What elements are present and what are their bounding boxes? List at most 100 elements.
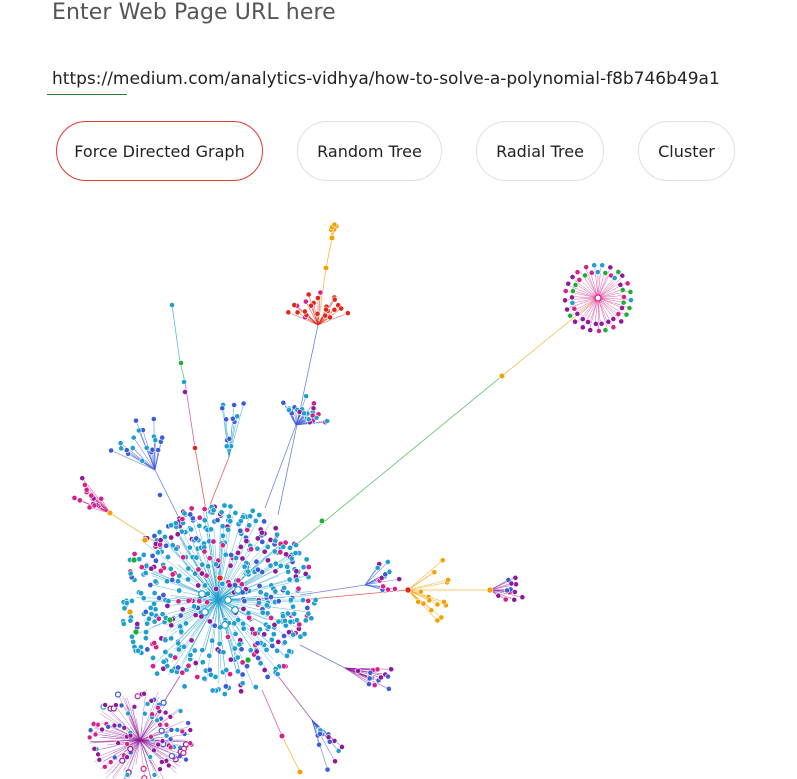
graph-node[interactable] <box>512 574 519 581</box>
graph-node[interactable] <box>498 372 506 380</box>
graph-node[interactable] <box>201 608 209 616</box>
graph-node[interactable] <box>187 511 194 518</box>
graph-node[interactable] <box>428 607 435 614</box>
graph-node[interactable] <box>238 688 245 695</box>
graph-node[interactable] <box>617 281 624 288</box>
graph-node[interactable] <box>151 747 157 754</box>
graph-node[interactable] <box>168 752 175 760</box>
graph-node[interactable] <box>486 586 494 594</box>
graph-node[interactable] <box>160 699 167 706</box>
graph-node[interactable] <box>277 562 284 569</box>
graph-node[interactable] <box>366 675 373 682</box>
graph-node[interactable] <box>244 656 252 664</box>
graph-node[interactable] <box>374 564 381 571</box>
graph-node[interactable] <box>163 732 170 739</box>
graph-node[interactable] <box>124 754 130 760</box>
graph-node[interactable] <box>385 685 392 692</box>
graph-node[interactable] <box>236 641 243 648</box>
graph-node[interactable] <box>338 305 345 312</box>
graph-node[interactable] <box>96 756 103 763</box>
graph-node[interactable] <box>195 582 202 589</box>
graph-node[interactable] <box>254 545 261 552</box>
graph-node[interactable] <box>249 626 256 633</box>
graph-node[interactable] <box>202 582 209 589</box>
graph-node[interactable] <box>624 280 631 287</box>
graph-node[interactable] <box>404 586 412 594</box>
graph-node[interactable] <box>583 264 590 271</box>
graph-node[interactable] <box>124 741 130 747</box>
graph-node[interactable] <box>244 663 251 670</box>
graph-node[interactable] <box>116 722 123 729</box>
graph-node[interactable] <box>327 314 333 321</box>
graph-node[interactable] <box>627 289 634 295</box>
graph-node[interactable] <box>611 275 618 281</box>
graph-node[interactable] <box>277 549 284 556</box>
graph-node[interactable] <box>235 549 242 556</box>
graph-node[interactable] <box>285 309 292 316</box>
graph-node[interactable] <box>188 637 195 644</box>
graph-node[interactable] <box>339 744 345 750</box>
graph-node[interactable] <box>324 766 331 773</box>
graph-node[interactable] <box>154 717 160 724</box>
graph-node[interactable] <box>302 298 309 305</box>
graph-node[interactable] <box>602 270 609 276</box>
graph-node[interactable] <box>272 537 279 544</box>
graph-node[interactable] <box>290 603 297 610</box>
graph-node[interactable] <box>235 577 242 584</box>
graph-node[interactable] <box>160 592 167 599</box>
graph-node[interactable] <box>325 734 332 741</box>
graph-node[interactable] <box>129 445 136 451</box>
graph-node[interactable] <box>579 324 586 331</box>
graph-node[interactable] <box>445 576 451 583</box>
graph-node[interactable] <box>151 600 158 607</box>
graph-node[interactable] <box>322 312 329 319</box>
graph-node[interactable] <box>201 675 208 682</box>
graph-node[interactable] <box>271 548 278 555</box>
network-graph[interactable] <box>0 195 797 779</box>
graph-node[interactable] <box>227 518 234 525</box>
graph-node[interactable] <box>299 597 306 604</box>
graph-node[interactable] <box>155 741 161 748</box>
graph-node[interactable] <box>162 648 169 655</box>
graph-node[interactable] <box>290 631 297 638</box>
graph-node[interactable] <box>219 405 226 412</box>
graph-node[interactable] <box>114 691 122 698</box>
graph-node[interactable] <box>304 604 311 611</box>
graph-node[interactable] <box>426 597 433 604</box>
graph-node[interactable] <box>562 297 568 304</box>
graph-node[interactable] <box>239 671 246 678</box>
graph-node[interactable] <box>315 295 321 301</box>
graph-node[interactable] <box>261 548 268 555</box>
graph-node[interactable] <box>87 727 94 733</box>
graph-node[interactable] <box>166 616 174 624</box>
graph-node[interactable] <box>272 525 279 532</box>
graph-node[interactable] <box>124 772 131 778</box>
graph-node[interactable] <box>508 580 515 587</box>
graph-node[interactable] <box>172 654 179 661</box>
graph-node[interactable] <box>233 555 240 562</box>
graph-node[interactable] <box>152 606 159 613</box>
graph-node[interactable] <box>280 399 287 406</box>
graph-node[interactable] <box>139 458 146 464</box>
graph-node[interactable] <box>280 543 287 550</box>
graph-node[interactable] <box>281 584 288 591</box>
graph-node[interactable] <box>572 318 578 325</box>
graph-node[interactable] <box>169 302 175 308</box>
graph-node[interactable] <box>332 758 338 765</box>
graph-node[interactable] <box>582 272 588 279</box>
graph-node[interactable] <box>323 306 329 313</box>
graph-node[interactable] <box>226 582 233 589</box>
graph-node[interactable] <box>108 447 115 454</box>
graph-node[interactable] <box>619 272 626 279</box>
graph-node[interactable] <box>619 287 626 293</box>
graph-node[interactable] <box>163 722 170 728</box>
graph-node[interactable] <box>267 562 274 569</box>
graph-node[interactable] <box>169 571 176 578</box>
graph-node[interactable] <box>610 316 617 322</box>
graph-node[interactable] <box>187 652 194 659</box>
graph-node[interactable] <box>150 416 157 422</box>
graph-node[interactable] <box>168 534 175 541</box>
graph-node[interactable] <box>569 294 575 301</box>
graph-node[interactable] <box>246 522 253 529</box>
graph-node[interactable] <box>305 597 312 604</box>
